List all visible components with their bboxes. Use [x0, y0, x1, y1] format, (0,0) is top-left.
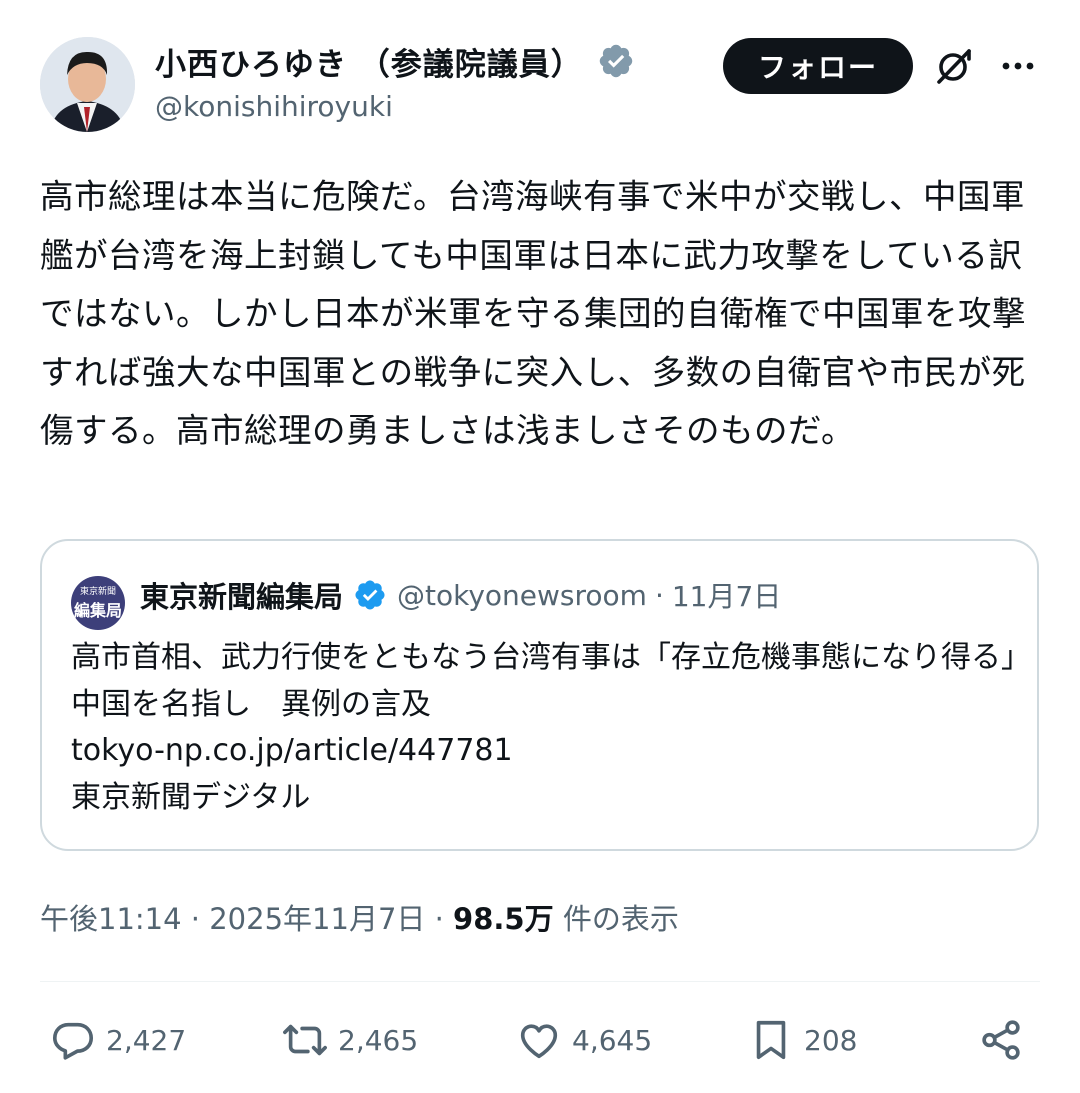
tweet-text: 高市総理は本当に危険だ。台湾海峡有事で米中が交戦し、中国軍艦が台湾を海上封鎖して… [40, 177, 1026, 450]
quoted-avatar-text-main: 編集局 [73, 601, 122, 620]
bookmark-icon [756, 1020, 786, 1060]
quoted-avatar[interactable]: 東京新聞 編集局 [71, 576, 125, 630]
repost-icon [283, 1024, 327, 1056]
verified-badge-icon [599, 44, 633, 78]
view-label: 件の表示 [553, 902, 679, 936]
quoted-author-name: 東京新聞編集局 [140, 580, 344, 614]
author-avatar[interactable] [40, 37, 135, 132]
follow-button[interactable]: フォロー [723, 38, 913, 94]
meta-separator: · [181, 902, 210, 936]
reply-button[interactable]: 2,427 [50, 1014, 186, 1066]
tweet-meta: 午後11:14 · 2025年11月7日 · 98.5万 件の表示 [40, 896, 679, 938]
avatar-photo [40, 37, 135, 132]
repost-button[interactable]: 2,465 [282, 1014, 418, 1066]
quoted-avatar-text-top: 東京新聞 [79, 587, 116, 597]
more-icon[interactable] [1000, 50, 1036, 82]
heart-icon [520, 1024, 558, 1059]
tweet-time[interactable]: 午後11:14 [40, 902, 182, 936]
quoted-date: 11月7日 [671, 580, 782, 613]
author-header: 小西ひろゆき （参議院議員） [155, 38, 635, 84]
author-name[interactable]: 小西ひろゆき （参議院議員） [155, 39, 583, 84]
bookmark-button[interactable]: 208 [748, 1014, 857, 1066]
view-count: 98.5万 [453, 902, 554, 936]
quoted-tweet-card[interactable]: 東京新聞 編集局 東京新聞編集局 @tokyonewsroom · 11月7日 … [40, 539, 1039, 851]
reply-icon [52, 1022, 94, 1060]
grok-icon[interactable] [934, 46, 974, 86]
share-button[interactable] [978, 1014, 1024, 1066]
divider [40, 981, 1040, 982]
quoted-text: 高市首相、武力行使をともなう台湾有事は「存立危機事態になり得る」 中国を名指し … [71, 640, 1016, 815]
quoted-verified-badge-icon [355, 580, 385, 610]
tweet-date[interactable]: 2025年11月7日 [209, 902, 425, 936]
quoted-handle: @tokyonewsroom [397, 578, 647, 612]
author-handle[interactable]: @konishihiroyuki [155, 90, 393, 123]
quoted-header: 東京新聞編集局 @tokyonewsroom · 11月7日 [140, 573, 781, 617]
reply-count: 2,427 [106, 1023, 187, 1057]
like-count: 4,645 [572, 1023, 653, 1057]
share-icon [982, 1020, 1020, 1060]
repost-count: 2,465 [338, 1023, 419, 1057]
bookmark-count: 208 [804, 1023, 858, 1057]
meta-separator: · [425, 902, 454, 936]
quoted-separator: · [654, 578, 664, 612]
like-button[interactable]: 4,645 [516, 1014, 652, 1066]
